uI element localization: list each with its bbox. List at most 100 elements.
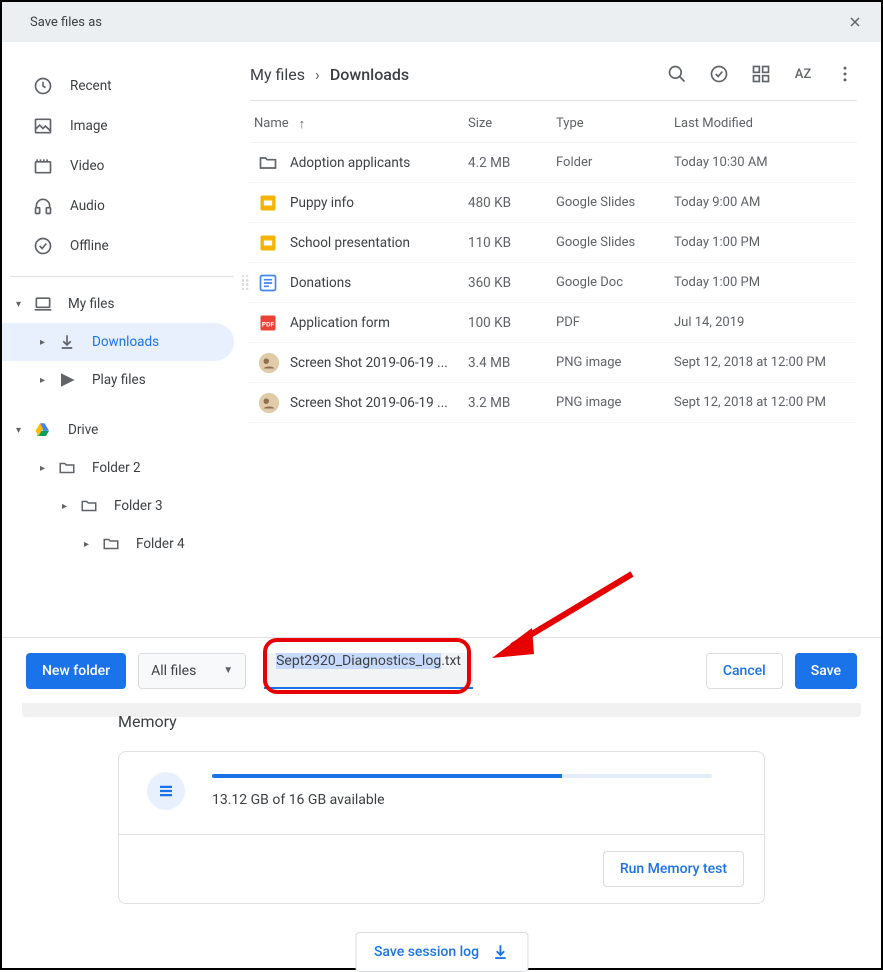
sort-arrow-icon: ↑ [299,116,306,132]
tree-my-files[interactable]: ▾ My files [2,285,250,323]
file-modified: Jul 14, 2019 [674,315,857,330]
file-name: Donations [290,275,468,291]
chevron-down-icon: ▼ [223,665,233,676]
sidebar-item-label: Recent [70,78,112,94]
file-pane: My files › Downloads AZ Name ↑ Size Type… [250,42,881,637]
filetype-dropdown[interactable]: All files ▼ [138,653,246,689]
file-modified: Sept 12, 2018 at 12:00 PM [674,395,857,410]
file-size: 100 KB [468,315,556,331]
image-icon [32,115,54,137]
chevron-right-icon: ▸ [40,337,50,348]
save-session-log: Save session log [355,932,528,972]
breadcrumb-current: Downloads [330,65,409,84]
chevron-down-icon: ▾ [16,299,26,310]
file-row[interactable]: Screen Shot 2019-06-19 ...3.4 MBPNG imag… [250,343,857,383]
file-type-icon [250,273,290,293]
tree-label: Folder 2 [92,460,141,476]
folder-icon [56,457,78,479]
resize-handle[interactable]: ⠿⠿ [240,280,251,290]
col-type[interactable]: Type [556,116,674,131]
tree-label: Play files [92,372,146,388]
play-icon [56,369,78,391]
col-modified[interactable]: Last Modified [674,116,857,131]
save-session-log-button[interactable]: Save session log [355,932,528,972]
file-type-icon [250,153,290,173]
filename-input[interactable]: Sept2920_Diagnostics_log.txt [264,653,473,689]
file-name: Screen Shot 2019-06-19 ... [290,355,468,371]
file-modified: Today 9:00 AM [674,195,857,210]
file-name: Adoption applicants [290,155,468,171]
file-type: Folder [556,155,674,170]
chevron-right-icon: ▸ [40,375,50,386]
clock-icon [32,75,54,97]
tree-label: Downloads [92,334,159,350]
col-name[interactable]: Name ↑ [250,116,468,132]
memory-text: 13.12 GB of 16 GB available [212,792,732,808]
file-size: 480 KB [468,195,556,211]
dialog-footer: New folder All files ▼ Sept2920_Diagnost… [2,637,881,703]
offline-icon [32,235,54,257]
tree-downloads[interactable]: ▸ Downloads [2,323,234,361]
download-icon [491,943,509,961]
close-icon[interactable] [847,14,863,30]
sidebar-item-image[interactable]: Image [2,106,250,146]
memory-title: Memory [118,712,765,731]
sidebar-item-video[interactable]: Video [2,146,250,186]
sidebar-item-offline[interactable]: Offline [2,226,250,266]
file-name: School presentation [290,235,468,251]
file-type: Google Doc [556,275,674,290]
file-row[interactable]: Puppy info480 KBGoogle SlidesToday 9:00 … [250,183,857,223]
tree-folder-2[interactable]: ▸ Folder 2 [2,449,250,487]
grid-view-icon[interactable] [749,62,773,86]
run-memory-test-button[interactable]: Run Memory test [603,851,744,887]
sidebar: Recent Image Video Audio Offline ▾ [2,42,250,637]
file-modified: Today 1:00 PM [674,235,857,250]
chevron-right-icon: ▸ [84,539,94,550]
tree-playfiles[interactable]: ▸ Play files [2,361,250,399]
col-size[interactable]: Size [468,116,556,131]
file-type: PNG image [556,355,674,370]
cancel-button[interactable]: Cancel [706,653,783,689]
svg-text:PDF: PDF [262,320,275,328]
chevron-right-icon: ▸ [40,463,50,474]
sort-icon[interactable]: AZ [791,62,815,86]
file-type-icon: PDF [250,313,290,333]
save-file-dialog: Save files as Recent Image Video Audio [2,2,881,703]
memory-icon [147,772,185,810]
tree-folder-3[interactable]: ▸ Folder 3 [2,487,250,525]
breadcrumb: My files › Downloads [250,65,409,84]
file-list: Adoption applicants4.2 MBFolderToday 10:… [250,143,857,423]
file-name: Puppy info [290,195,468,211]
breadcrumb-root[interactable]: My files [250,65,305,84]
save-button[interactable]: Save [795,653,857,689]
sidebar-item-recent[interactable]: Recent [2,66,250,106]
file-row[interactable]: Adoption applicants4.2 MBFolderToday 10:… [250,143,857,183]
file-type: PDF [556,315,674,330]
dialog-title: Save files as [30,15,102,30]
folder-icon [100,533,122,555]
file-size: 3.4 MB [468,355,556,371]
tree-label: Folder 4 [136,536,185,552]
new-folder-button[interactable]: New folder [26,653,126,689]
sidebar-item-label: Video [70,158,104,174]
file-size: 4.2 MB [468,155,556,171]
sidebar-item-label: Offline [70,238,109,254]
sidebar-item-label: Image [70,118,108,134]
file-row[interactable]: School presentation110 KBGoogle SlidesTo… [250,223,857,263]
file-modified: Today 10:30 AM [674,155,857,170]
search-icon[interactable] [665,62,689,86]
more-icon[interactable] [833,62,857,86]
tree-folder-4[interactable]: ▸ Folder 4 [2,525,250,563]
dialog-titlebar: Save files as [2,2,881,42]
file-type: Google Slides [556,235,674,250]
tree-drive[interactable]: ▾ Drive [2,411,250,449]
memory-progress [212,774,712,778]
file-row[interactable]: Screen Shot 2019-06-19 ...3.2 MBPNG imag… [250,383,857,423]
offline-toggle-icon[interactable] [707,62,731,86]
tree-label: Drive [68,422,98,438]
file-row[interactable]: PDFApplication form100 KBPDFJul 14, 2019 [250,303,857,343]
file-type-icon [250,392,290,414]
file-row[interactable]: Donations360 KBGoogle DocToday 1:00 PM [250,263,857,303]
sidebar-item-audio[interactable]: Audio [2,186,250,226]
file-type-icon [250,233,290,253]
